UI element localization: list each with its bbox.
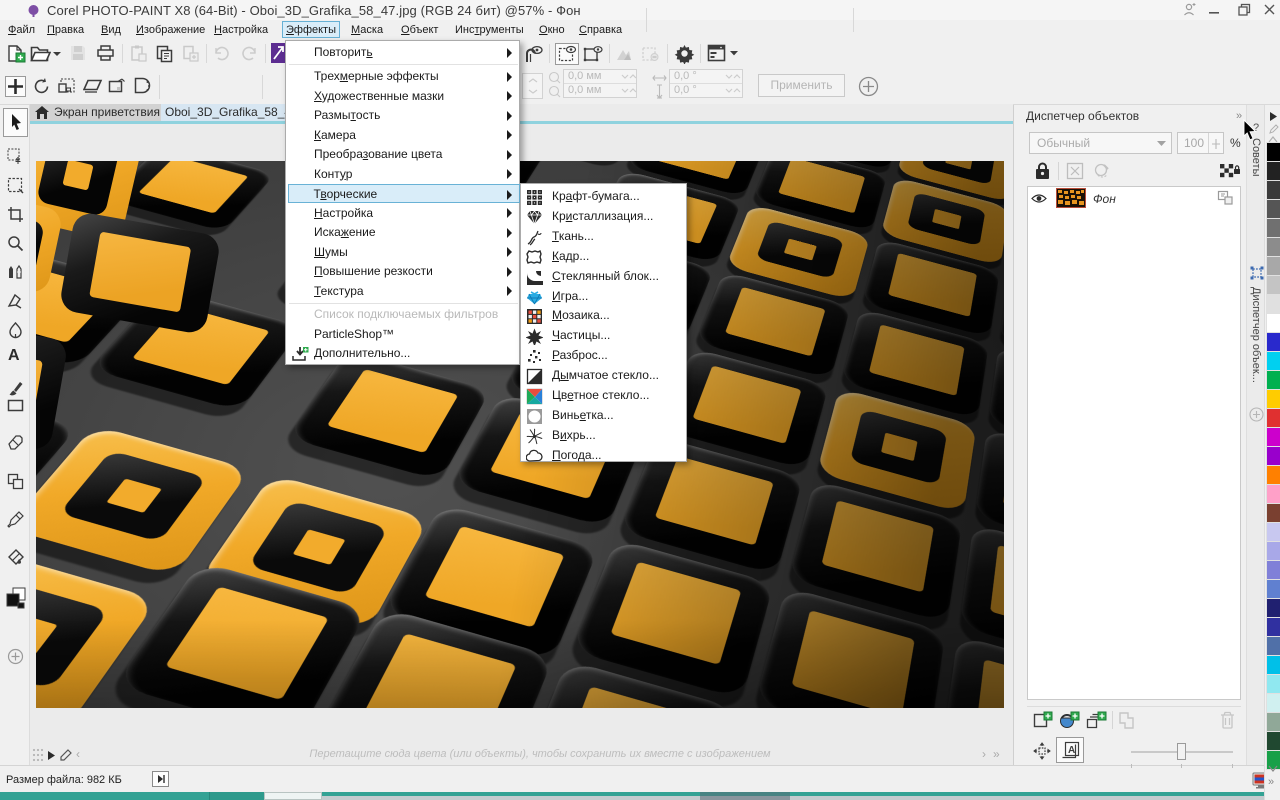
svg-text:A: A bbox=[1068, 745, 1075, 756]
